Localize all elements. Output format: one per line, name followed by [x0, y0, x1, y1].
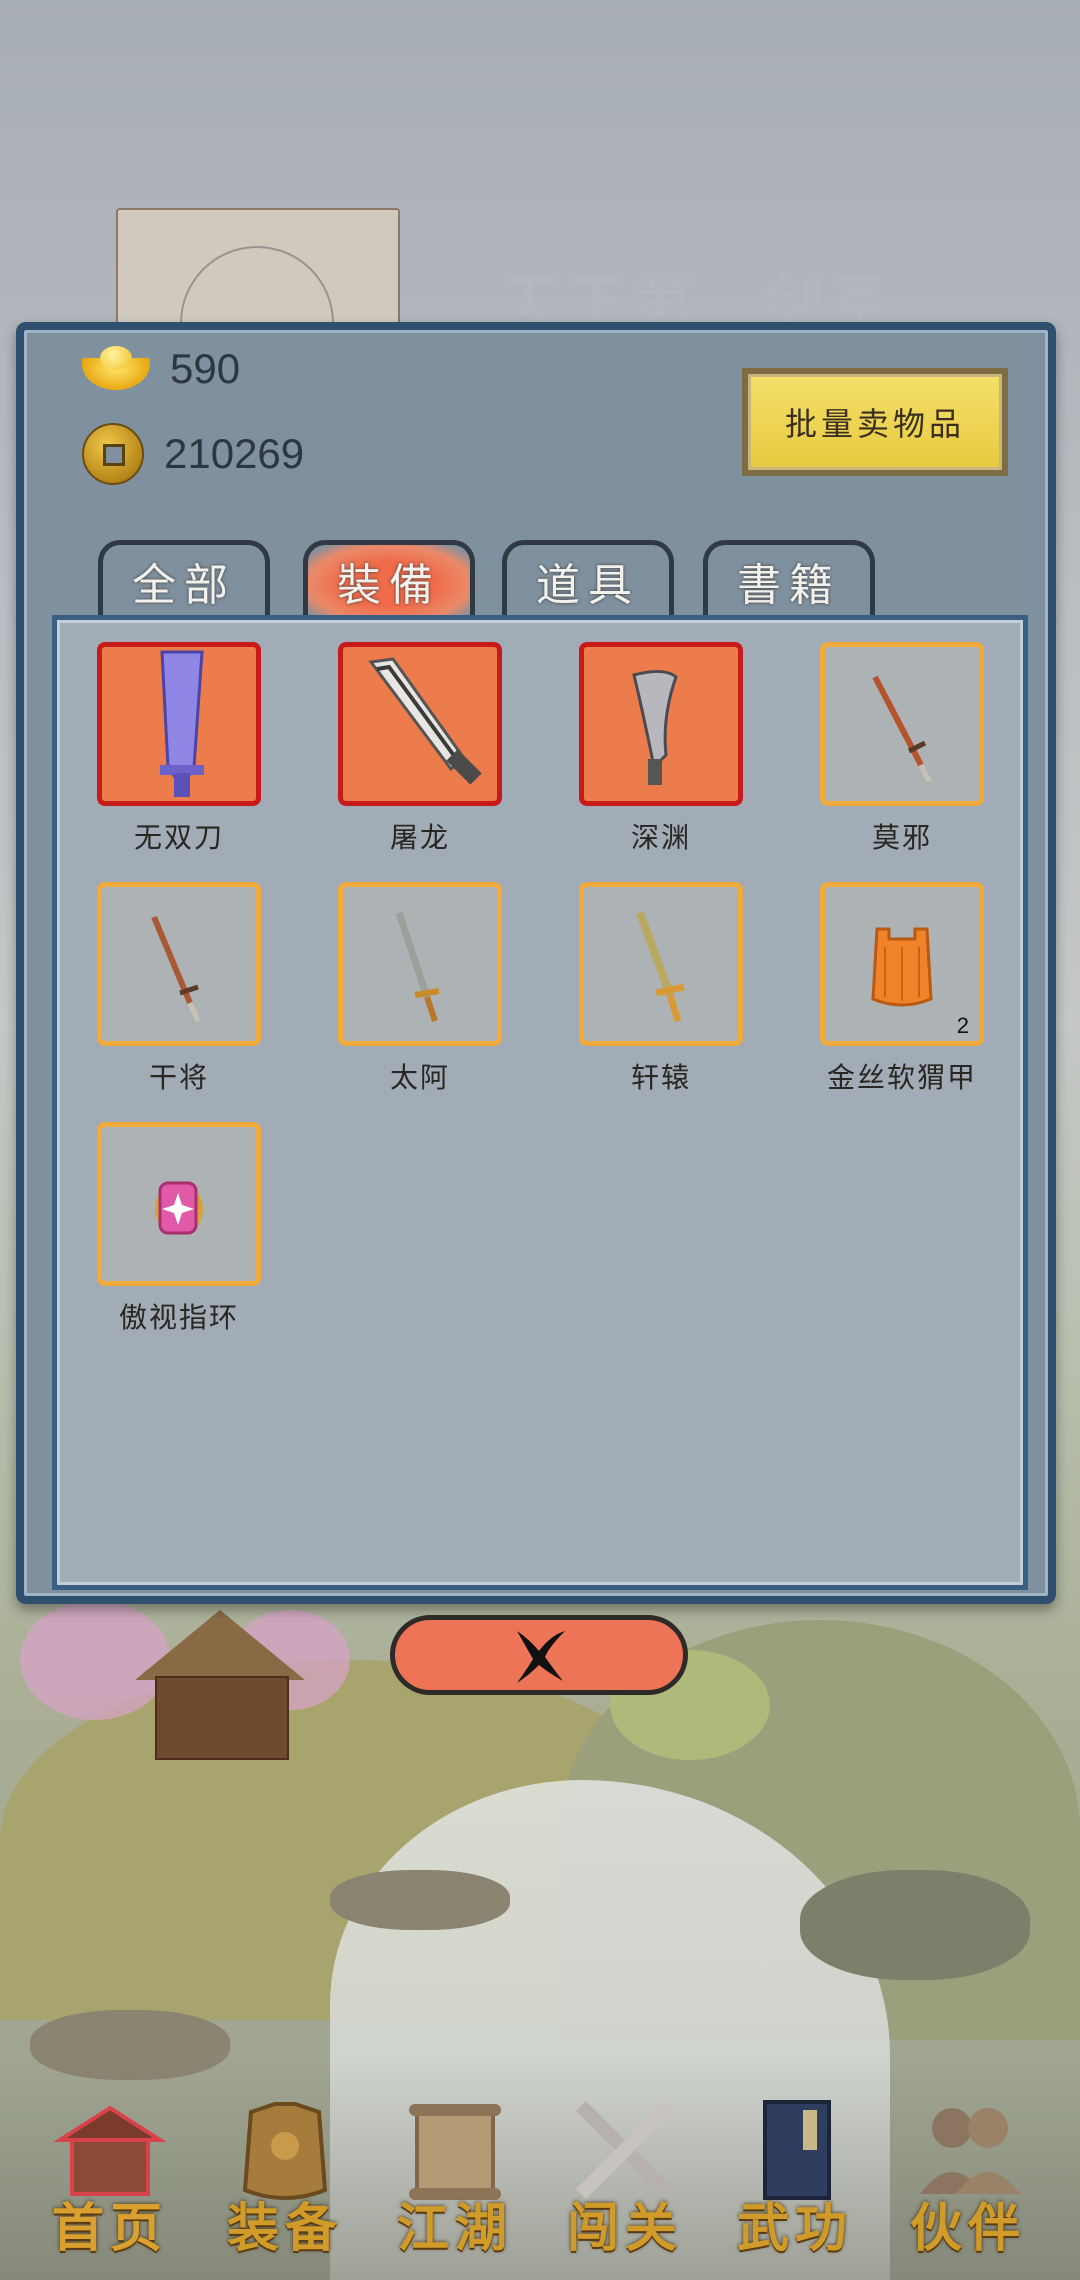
- close-button[interactable]: [390, 1615, 688, 1695]
- item-slot[interactable]: 干将: [97, 882, 261, 1096]
- coin-row: 210269: [82, 423, 304, 485]
- item-frame: [97, 642, 261, 806]
- hut: [125, 1610, 305, 1760]
- ingot-row: 590: [82, 345, 240, 393]
- item-frame: 2: [820, 882, 984, 1046]
- nav-label: 武功: [736, 2198, 853, 2259]
- nav-label: 伙伴: [909, 2198, 1026, 2259]
- nav-home[interactable]: 首页: [30, 2090, 190, 2270]
- gold-sword-icon: [636, 911, 685, 1023]
- nav-challenge[interactable]: 闯关: [545, 2090, 705, 2270]
- tab-equipment[interactable]: 裝備: [303, 540, 475, 616]
- curved-dagger-icon: [632, 670, 678, 785]
- gold-ingot-icon: [82, 346, 150, 392]
- item-slot[interactable]: 轩辕: [579, 882, 743, 1096]
- item-name: 莫邪: [871, 821, 932, 854]
- copper-coin-icon: [82, 423, 144, 485]
- item-slot[interactable]: 莫邪: [820, 642, 984, 856]
- item-frame: [338, 882, 502, 1046]
- nav-companions[interactable]: 伙伴: [888, 2090, 1048, 2270]
- nav-martial-arts[interactable]: 武功: [715, 2090, 875, 2270]
- hut-body: [155, 1676, 289, 1760]
- item-slot[interactable]: 太阿: [338, 882, 502, 1096]
- bronze-sword-icon: [151, 915, 201, 1023]
- item-name: 傲视指环: [118, 1301, 239, 1334]
- portrait-frame: [116, 208, 400, 328]
- rock: [800, 1870, 1030, 1980]
- ingot-count: 590: [170, 345, 241, 392]
- item-frame: [97, 882, 261, 1046]
- tab-all[interactable]: 全部: [98, 540, 270, 616]
- purple-broadsword-icon: [160, 650, 204, 797]
- item-name: 轩辕: [630, 1061, 691, 1094]
- nav-label: 装备: [226, 2198, 343, 2259]
- nav-jianghu[interactable]: 江湖: [375, 2090, 535, 2270]
- nav-label: 首页: [51, 2198, 168, 2259]
- item-name: 金丝软猬甲: [826, 1061, 977, 1094]
- tab-books[interactable]: 書籍: [703, 540, 875, 616]
- hut-roof: [135, 1610, 305, 1680]
- item-count: 2: [956, 1013, 969, 1038]
- item-slot[interactable]: 傲视指环: [97, 1122, 261, 1336]
- close-x-icon: [517, 1631, 565, 1683]
- item-name: 深渊: [630, 821, 691, 854]
- gold-sword-icon: [395, 911, 440, 1022]
- ring-icon: [155, 1181, 203, 1235]
- machete-icon: [368, 657, 482, 785]
- nav-label: 江湖: [396, 2198, 513, 2259]
- item-frame: [579, 642, 743, 806]
- bronze-sword-icon: [872, 675, 932, 783]
- item-frame: [579, 882, 743, 1046]
- tab-props[interactable]: 道具: [502, 540, 674, 616]
- rock: [330, 1870, 510, 1930]
- item-name: 太阿: [389, 1061, 450, 1094]
- item-name: 屠龙: [389, 821, 450, 854]
- item-slot[interactable]: 无双刀: [97, 642, 261, 856]
- nav-equipment[interactable]: 装备: [205, 2090, 365, 2270]
- item-name: 无双刀: [133, 821, 224, 854]
- item-frame: [338, 642, 502, 806]
- bulk-sell-button[interactable]: 批量卖物品: [742, 368, 1008, 476]
- item-slot[interactable]: 屠龙: [338, 642, 502, 856]
- item-frame: [97, 1122, 261, 1286]
- item-frame: [820, 642, 984, 806]
- nav-label: 闯关: [566, 2198, 683, 2259]
- coin-count: 210269: [164, 430, 305, 477]
- item-slot[interactable]: 深渊: [579, 642, 743, 856]
- item-name: 干将: [148, 1061, 209, 1094]
- item-slot[interactable]: 2 金丝软猬甲: [820, 882, 984, 1096]
